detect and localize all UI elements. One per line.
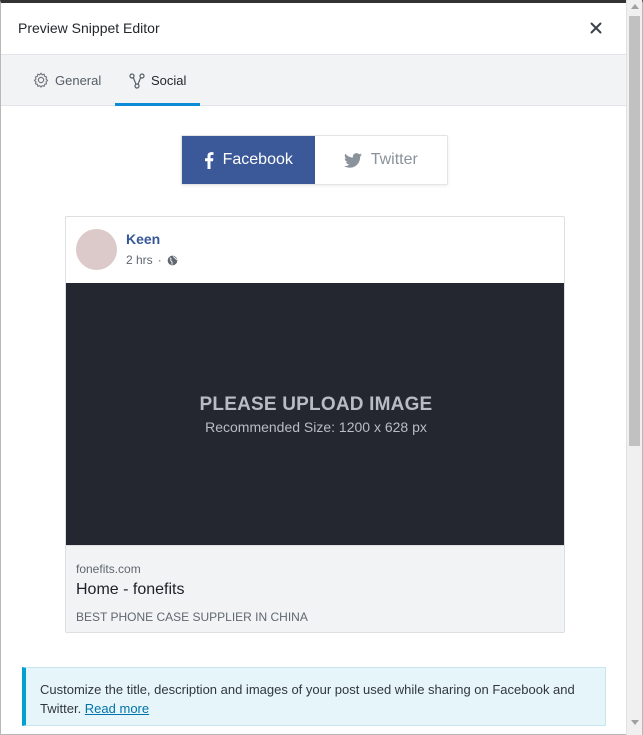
share-icon xyxy=(129,72,145,89)
close-button[interactable] xyxy=(585,17,607,39)
meta-separator: · xyxy=(157,253,162,267)
tab-general-label: General xyxy=(55,72,102,88)
modal-title: Preview Snippet Editor xyxy=(18,20,160,36)
twitter-button[interactable]: Twitter xyxy=(314,136,447,184)
gear-icon xyxy=(33,72,49,88)
preview-snippet-editor-modal: Preview Snippet Editor General Social Fa… xyxy=(0,0,643,735)
facebook-button[interactable]: Facebook xyxy=(182,136,315,184)
close-icon xyxy=(590,22,602,34)
scroll-up-icon[interactable] xyxy=(631,4,639,9)
image-placeholder-subtitle: Recommended Size: 1200 x 628 px xyxy=(205,418,427,435)
facebook-icon xyxy=(204,151,214,169)
tab-bar: General Social xyxy=(1,55,627,106)
tab-social-label: Social xyxy=(151,73,187,88)
facebook-button-label: Facebook xyxy=(222,151,293,168)
link-preview-footer: fonefits.com Home - fonefits BEST PHONE … xyxy=(66,545,564,632)
facebook-post-preview: Keen 2 hrs · PLEASE UPLOAD IMAGE Recomme… xyxy=(65,216,565,633)
info-notice: Customize the title, description and ima… xyxy=(22,667,606,726)
globe-icon xyxy=(167,255,178,266)
tab-social[interactable]: Social xyxy=(115,55,201,106)
image-placeholder-title: PLEASE UPLOAD IMAGE xyxy=(199,393,433,415)
link-domain: fonefits.com xyxy=(76,562,141,576)
read-more-link[interactable]: Read more xyxy=(85,701,149,716)
tab-general[interactable]: General xyxy=(19,55,115,105)
post-meta: 2 hrs · xyxy=(126,253,178,267)
scrollbar-thumb[interactable] xyxy=(629,16,640,446)
link-description: BEST PHONE CASE SUPPLIER IN CHINA xyxy=(76,610,308,624)
twitter-button-label: Twitter xyxy=(370,151,418,168)
author-name[interactable]: Keen xyxy=(126,231,160,247)
image-placeholder[interactable]: PLEASE UPLOAD IMAGE Recommended Size: 12… xyxy=(66,283,564,545)
twitter-icon xyxy=(343,152,362,168)
post-time: 2 hrs xyxy=(126,253,153,267)
link-title: Home - fonefits xyxy=(76,581,185,598)
network-switch: Facebook Twitter xyxy=(181,135,448,185)
avatar xyxy=(76,229,117,270)
modal-header: Preview Snippet Editor xyxy=(1,3,627,55)
scroll-down-icon[interactable] xyxy=(631,720,639,725)
vertical-scrollbar[interactable] xyxy=(626,0,642,735)
